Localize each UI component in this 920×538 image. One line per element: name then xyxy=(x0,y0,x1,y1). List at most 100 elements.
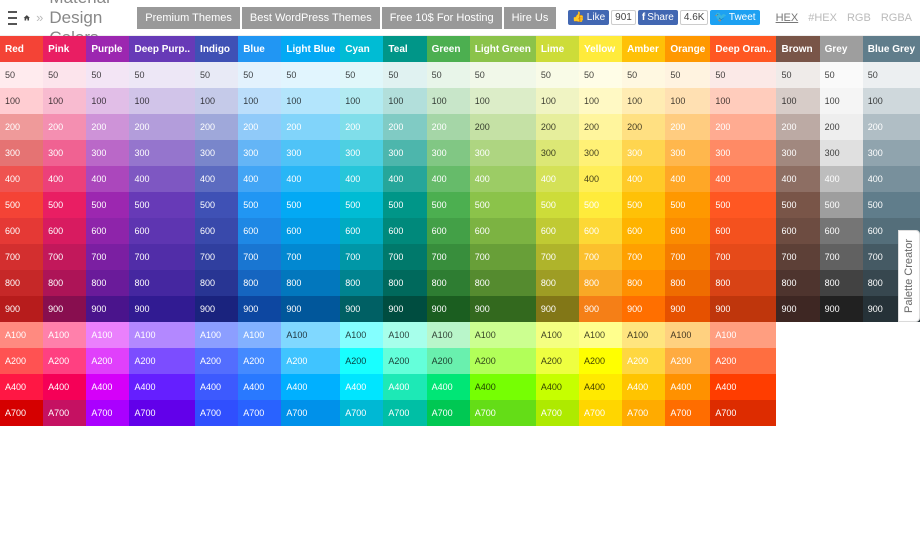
swatch[interactable]: 800 xyxy=(820,270,863,296)
swatch[interactable]: 100 xyxy=(43,88,86,114)
swatch[interactable]: A200 xyxy=(710,348,776,374)
swatch[interactable]: 900 xyxy=(195,296,238,322)
swatch[interactable]: 400 xyxy=(0,166,43,192)
color-header[interactable]: Purple xyxy=(86,36,129,62)
swatch[interactable]: 100 xyxy=(622,88,665,114)
swatch[interactable]: A700 xyxy=(86,400,129,426)
format-RGB[interactable]: RGB xyxy=(847,12,871,24)
swatch[interactable]: A700 xyxy=(129,400,195,426)
swatch[interactable]: 100 xyxy=(383,88,426,114)
swatch[interactable]: A700 xyxy=(43,400,86,426)
swatch[interactable]: 100 xyxy=(665,88,710,114)
swatch[interactable]: A400 xyxy=(129,374,195,400)
swatch[interactable]: 200 xyxy=(43,114,86,140)
swatch[interactable]: 100 xyxy=(579,88,622,114)
swatch[interactable]: 500 xyxy=(470,192,536,218)
swatch[interactable]: 800 xyxy=(195,270,238,296)
color-header[interactable]: Blue Grey xyxy=(863,36,920,62)
swatch[interactable]: 100 xyxy=(776,88,819,114)
swatch[interactable]: A400 xyxy=(427,374,470,400)
swatch[interactable]: 700 xyxy=(281,244,340,270)
swatch[interactable]: 100 xyxy=(340,88,383,114)
swatch[interactable]: 400 xyxy=(427,166,470,192)
swatch[interactable]: 400 xyxy=(820,166,863,192)
swatch[interactable]: 200 xyxy=(86,114,129,140)
swatch[interactable]: 600 xyxy=(43,218,86,244)
swatch[interactable]: 50 xyxy=(622,62,665,88)
swatch[interactable]: 100 xyxy=(820,88,863,114)
swatch[interactable]: 700 xyxy=(383,244,426,270)
swatch[interactable]: 700 xyxy=(579,244,622,270)
swatch[interactable]: A100 xyxy=(86,322,129,348)
swatch[interactable]: A700 xyxy=(238,400,281,426)
swatch[interactable]: 800 xyxy=(383,270,426,296)
swatch[interactable]: 900 xyxy=(820,296,863,322)
swatch[interactable]: 300 xyxy=(0,140,43,166)
color-header[interactable]: Indigo xyxy=(195,36,238,62)
swatch[interactable]: A200 xyxy=(195,348,238,374)
swatch[interactable]: 800 xyxy=(86,270,129,296)
swatch[interactable]: 800 xyxy=(536,270,579,296)
swatch[interactable]: 200 xyxy=(820,114,863,140)
swatch[interactable]: A700 xyxy=(195,400,238,426)
swatch[interactable]: 500 xyxy=(579,192,622,218)
swatch[interactable]: 400 xyxy=(579,166,622,192)
swatch[interactable]: 300 xyxy=(665,140,710,166)
swatch[interactable]: A200 xyxy=(622,348,665,374)
swatch[interactable]: 900 xyxy=(427,296,470,322)
color-header[interactable]: Grey xyxy=(820,36,863,62)
swatch[interactable]: 200 xyxy=(0,114,43,140)
color-header[interactable]: Amber xyxy=(622,36,665,62)
swatch[interactable]: A700 xyxy=(665,400,710,426)
swatch[interactable]: 200 xyxy=(383,114,426,140)
swatch[interactable]: 100 xyxy=(86,88,129,114)
swatch[interactable]: 700 xyxy=(665,244,710,270)
swatch[interactable]: 300 xyxy=(622,140,665,166)
swatch[interactable]: 800 xyxy=(43,270,86,296)
swatch[interactable]: A100 xyxy=(238,322,281,348)
swatch[interactable]: 200 xyxy=(710,114,776,140)
color-header[interactable]: Deep Purp.. xyxy=(129,36,195,62)
swatch[interactable]: 600 xyxy=(129,218,195,244)
color-header[interactable]: Cyan xyxy=(340,36,383,62)
swatch[interactable]: 300 xyxy=(863,140,920,166)
swatch[interactable]: 900 xyxy=(470,296,536,322)
swatch[interactable]: 300 xyxy=(776,140,819,166)
header-button-1[interactable]: Best WordPress Themes xyxy=(242,7,380,29)
swatch[interactable]: 100 xyxy=(863,88,920,114)
swatch[interactable]: A100 xyxy=(281,322,340,348)
swatch[interactable]: 700 xyxy=(776,244,819,270)
swatch[interactable]: 900 xyxy=(383,296,426,322)
swatch[interactable]: 900 xyxy=(43,296,86,322)
swatch[interactable]: 200 xyxy=(470,114,536,140)
swatch[interactable]: 500 xyxy=(820,192,863,218)
swatch[interactable]: 500 xyxy=(383,192,426,218)
swatch[interactable]: 500 xyxy=(665,192,710,218)
swatch[interactable]: A100 xyxy=(622,322,665,348)
swatch[interactable]: 200 xyxy=(427,114,470,140)
color-header[interactable]: Light Blue xyxy=(281,36,340,62)
color-header[interactable]: Deep Oran.. xyxy=(710,36,776,62)
swatch[interactable]: A700 xyxy=(427,400,470,426)
swatch[interactable]: A400 xyxy=(86,374,129,400)
swatch[interactable]: 600 xyxy=(0,218,43,244)
swatch[interactable]: 500 xyxy=(622,192,665,218)
swatch[interactable]: A400 xyxy=(665,374,710,400)
swatch[interactable]: 50 xyxy=(710,62,776,88)
swatch[interactable]: A100 xyxy=(195,322,238,348)
swatch[interactable]: 100 xyxy=(427,88,470,114)
swatch[interactable]: 600 xyxy=(340,218,383,244)
swatch[interactable]: 800 xyxy=(470,270,536,296)
swatch[interactable]: 50 xyxy=(820,62,863,88)
swatch[interactable]: 800 xyxy=(776,270,819,296)
swatch[interactable]: A100 xyxy=(579,322,622,348)
format-HEX[interactable]: HEX xyxy=(776,12,799,24)
swatch[interactable]: 600 xyxy=(195,218,238,244)
swatch[interactable]: 700 xyxy=(129,244,195,270)
swatch[interactable]: A200 xyxy=(383,348,426,374)
swatch[interactable]: 700 xyxy=(43,244,86,270)
swatch[interactable]: 700 xyxy=(427,244,470,270)
swatch[interactable]: 900 xyxy=(340,296,383,322)
swatch[interactable]: 50 xyxy=(129,62,195,88)
color-header[interactable]: Green xyxy=(427,36,470,62)
